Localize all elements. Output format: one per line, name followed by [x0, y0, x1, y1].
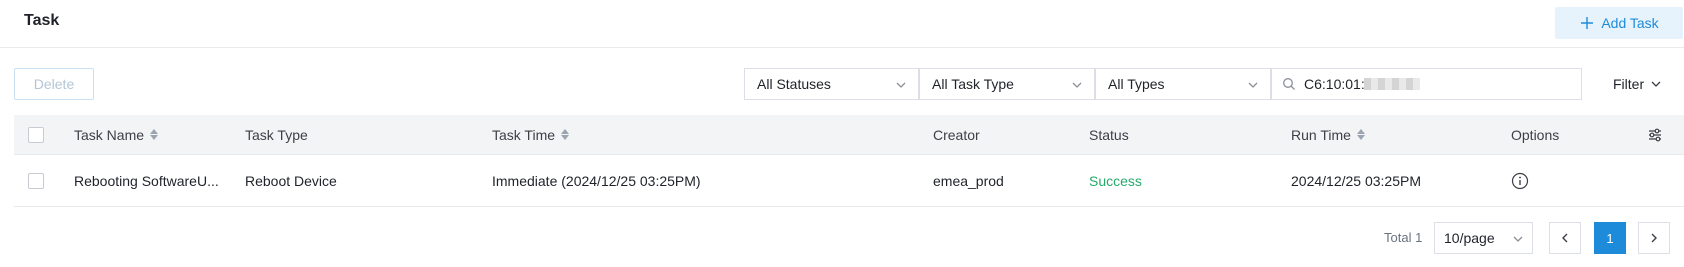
chevron-down-icon — [1248, 82, 1258, 88]
chevron-down-icon — [1072, 82, 1082, 88]
total-count: Total 1 — [1384, 230, 1423, 245]
cell-creator: emea_prod — [933, 172, 1004, 189]
column-creator-label: Creator — [933, 126, 980, 143]
add-task-button[interactable]: Add Task — [1555, 7, 1683, 39]
task-type-filter-select[interactable]: All Task Type — [919, 68, 1095, 100]
type-filter-value: All Types — [1108, 76, 1165, 92]
page-header: Task Add Task — [0, 0, 1684, 48]
column-task-type: Task Type — [245, 115, 308, 154]
chevron-right-icon — [1651, 233, 1657, 243]
filter-label: Filter — [1613, 76, 1645, 92]
page-size-value: 10/page — [1444, 230, 1495, 246]
column-options: Options — [1511, 115, 1559, 154]
status-badge: Success — [1089, 172, 1142, 189]
chevron-left-icon — [1562, 233, 1568, 243]
column-status-label: Status — [1089, 126, 1129, 143]
column-settings-icon[interactable] — [1647, 127, 1663, 143]
cell-task-type: Reboot Device — [245, 172, 337, 189]
toolbar: Delete All Statuses All Task Type All Ty… — [0, 68, 1684, 100]
chevron-down-icon — [896, 82, 906, 88]
status-filter-select[interactable]: All Statuses — [744, 68, 919, 100]
column-task-type-label: Task Type — [245, 126, 308, 143]
pagination: Total 1 10/page 1 — [0, 222, 1684, 254]
column-task-name[interactable]: Task Name — [74, 115, 159, 154]
prev-page-button[interactable] — [1549, 222, 1581, 254]
column-task-time-label: Task Time — [492, 126, 556, 143]
sort-icon[interactable] — [1356, 129, 1365, 140]
next-page-button[interactable] — [1638, 222, 1670, 254]
column-run-time-label: Run Time — [1291, 126, 1351, 143]
select-all-cell — [28, 115, 44, 154]
filter-button[interactable]: Filter — [1613, 68, 1662, 100]
status-filter-value: All Statuses — [757, 76, 831, 92]
search-field[interactable] — [1271, 68, 1582, 100]
search-icon — [1283, 78, 1295, 90]
table-row[interactable]: Rebooting SoftwareU... Reboot Device Imm… — [14, 155, 1684, 207]
page-1-button[interactable]: 1 — [1594, 222, 1626, 254]
column-status: Status — [1089, 115, 1129, 154]
row-checkbox[interactable] — [28, 172, 44, 189]
column-run-time[interactable]: Run Time — [1291, 115, 1365, 154]
select-all-checkbox[interactable] — [28, 126, 44, 143]
cell-run-time: 2024/12/25 03:25PM — [1291, 172, 1421, 189]
plus-icon — [1581, 17, 1594, 29]
column-options-label: Options — [1511, 126, 1560, 143]
add-task-label: Add Task — [1601, 15, 1659, 31]
info-icon[interactable] — [1511, 172, 1529, 190]
chevron-down-icon — [1651, 81, 1661, 87]
page-title: Task — [24, 12, 60, 29]
page-size-select[interactable]: 10/page — [1434, 222, 1533, 254]
column-task-name-label: Task Name — [74, 126, 145, 143]
table-header: Task Name Task Type Task Time Creator St… — [14, 115, 1684, 155]
task-type-filter-value: All Task Type — [932, 76, 1014, 92]
cell-options — [1511, 155, 1529, 206]
redacted-text — [1364, 78, 1420, 90]
column-settings-cell — [1647, 115, 1663, 154]
column-task-time[interactable]: Task Time — [492, 115, 570, 154]
cell-task-time: Immediate (2024/12/25 03:25PM) — [492, 172, 701, 189]
sort-icon[interactable] — [150, 129, 159, 140]
row-select-cell — [28, 155, 44, 206]
sort-icon[interactable] — [561, 129, 570, 140]
chevron-down-icon — [1513, 236, 1523, 242]
delete-button[interactable]: Delete — [14, 68, 94, 100]
type-filter-select[interactable]: All Types — [1095, 68, 1271, 100]
cell-task-name: Rebooting SoftwareU... — [74, 172, 219, 189]
column-creator: Creator — [933, 115, 980, 154]
task-table: Task Name Task Type Task Time Creator St… — [14, 115, 1684, 207]
